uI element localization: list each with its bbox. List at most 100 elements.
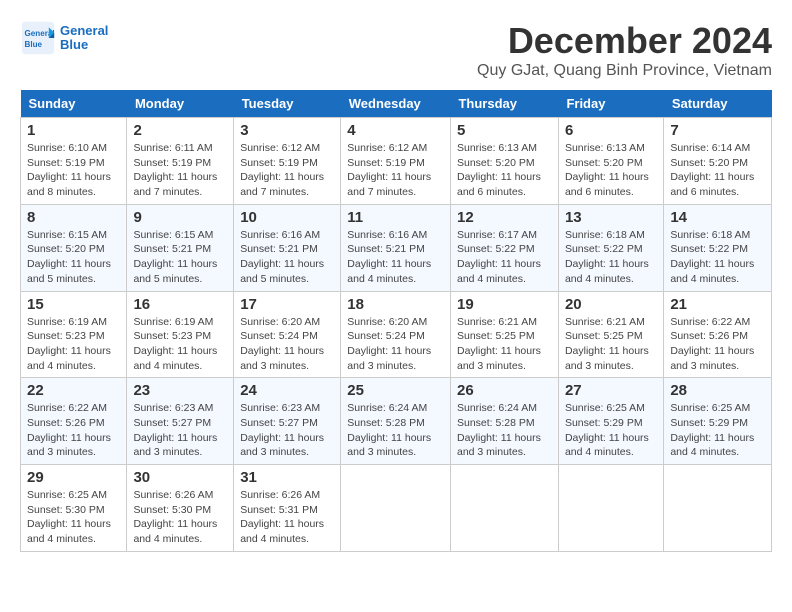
day-info: Sunrise: 6:15 AM Sunset: 5:21 PM Dayligh… bbox=[133, 228, 227, 287]
logo-text: GeneralBlue bbox=[60, 24, 108, 53]
calendar-day-cell: 14 Sunrise: 6:18 AM Sunset: 5:22 PM Dayl… bbox=[664, 204, 772, 291]
header-friday: Friday bbox=[558, 90, 663, 118]
calendar-week-row: 8 Sunrise: 6:15 AM Sunset: 5:20 PM Dayli… bbox=[21, 204, 772, 291]
calendar-day-cell: 16 Sunrise: 6:19 AM Sunset: 5:23 PM Dayl… bbox=[127, 291, 234, 378]
day-info: Sunrise: 6:25 AM Sunset: 5:29 PM Dayligh… bbox=[670, 401, 765, 460]
calendar-table: Sunday Monday Tuesday Wednesday Thursday… bbox=[20, 90, 772, 552]
day-info: Sunrise: 6:18 AM Sunset: 5:22 PM Dayligh… bbox=[670, 228, 765, 287]
day-number: 14 bbox=[670, 209, 765, 226]
calendar-subtitle: Quy GJat, Quang Binh Province, Vietnam bbox=[477, 62, 772, 80]
calendar-day-cell: 11 Sunrise: 6:16 AM Sunset: 5:21 PM Dayl… bbox=[341, 204, 451, 291]
day-info: Sunrise: 6:21 AM Sunset: 5:25 PM Dayligh… bbox=[457, 315, 552, 374]
day-info: Sunrise: 6:20 AM Sunset: 5:24 PM Dayligh… bbox=[240, 315, 334, 374]
calendar-day-cell: 21 Sunrise: 6:22 AM Sunset: 5:26 PM Dayl… bbox=[664, 291, 772, 378]
calendar-day-cell: 4 Sunrise: 6:12 AM Sunset: 5:19 PM Dayli… bbox=[341, 118, 451, 205]
day-number: 17 bbox=[240, 296, 334, 313]
calendar-day-cell: 19 Sunrise: 6:21 AM Sunset: 5:25 PM Dayl… bbox=[450, 291, 558, 378]
title-area: December 2024 Quy GJat, Quang Binh Provi… bbox=[477, 20, 772, 80]
day-info: Sunrise: 6:23 AM Sunset: 5:27 PM Dayligh… bbox=[240, 401, 334, 460]
day-number: 23 bbox=[133, 382, 227, 399]
day-info: Sunrise: 6:10 AM Sunset: 5:19 PM Dayligh… bbox=[27, 141, 120, 200]
calendar-day-cell bbox=[664, 465, 772, 552]
day-info: Sunrise: 6:13 AM Sunset: 5:20 PM Dayligh… bbox=[457, 141, 552, 200]
header-thursday: Thursday bbox=[450, 90, 558, 118]
day-info: Sunrise: 6:26 AM Sunset: 5:30 PM Dayligh… bbox=[133, 488, 227, 547]
day-number: 21 bbox=[670, 296, 765, 313]
calendar-header-row: Sunday Monday Tuesday Wednesday Thursday… bbox=[21, 90, 772, 118]
calendar-day-cell: 6 Sunrise: 6:13 AM Sunset: 5:20 PM Dayli… bbox=[558, 118, 663, 205]
day-info: Sunrise: 6:13 AM Sunset: 5:20 PM Dayligh… bbox=[565, 141, 657, 200]
day-info: Sunrise: 6:20 AM Sunset: 5:24 PM Dayligh… bbox=[347, 315, 444, 374]
day-info: Sunrise: 6:15 AM Sunset: 5:20 PM Dayligh… bbox=[27, 228, 120, 287]
logo: General Blue GeneralBlue bbox=[20, 20, 108, 56]
day-info: Sunrise: 6:19 AM Sunset: 5:23 PM Dayligh… bbox=[27, 315, 120, 374]
calendar-title: December 2024 bbox=[477, 20, 772, 62]
calendar-day-cell: 10 Sunrise: 6:16 AM Sunset: 5:21 PM Dayl… bbox=[234, 204, 341, 291]
day-info: Sunrise: 6:17 AM Sunset: 5:22 PM Dayligh… bbox=[457, 228, 552, 287]
day-number: 30 bbox=[133, 469, 227, 486]
calendar-day-cell: 23 Sunrise: 6:23 AM Sunset: 5:27 PM Dayl… bbox=[127, 378, 234, 465]
day-info: Sunrise: 6:24 AM Sunset: 5:28 PM Dayligh… bbox=[457, 401, 552, 460]
calendar-day-cell: 25 Sunrise: 6:24 AM Sunset: 5:28 PM Dayl… bbox=[341, 378, 451, 465]
calendar-day-cell: 18 Sunrise: 6:20 AM Sunset: 5:24 PM Dayl… bbox=[341, 291, 451, 378]
day-info: Sunrise: 6:22 AM Sunset: 5:26 PM Dayligh… bbox=[670, 315, 765, 374]
page-header: General Blue GeneralBlue December 2024 Q… bbox=[20, 20, 772, 80]
calendar-day-cell: 15 Sunrise: 6:19 AM Sunset: 5:23 PM Dayl… bbox=[21, 291, 127, 378]
calendar-week-row: 1 Sunrise: 6:10 AM Sunset: 5:19 PM Dayli… bbox=[21, 118, 772, 205]
svg-text:Blue: Blue bbox=[25, 40, 43, 49]
calendar-day-cell: 20 Sunrise: 6:21 AM Sunset: 5:25 PM Dayl… bbox=[558, 291, 663, 378]
day-number: 4 bbox=[347, 122, 444, 139]
day-info: Sunrise: 6:16 AM Sunset: 5:21 PM Dayligh… bbox=[240, 228, 334, 287]
calendar-body: 1 Sunrise: 6:10 AM Sunset: 5:19 PM Dayli… bbox=[21, 118, 772, 552]
calendar-day-cell: 28 Sunrise: 6:25 AM Sunset: 5:29 PM Dayl… bbox=[664, 378, 772, 465]
day-number: 3 bbox=[240, 122, 334, 139]
calendar-day-cell: 7 Sunrise: 6:14 AM Sunset: 5:20 PM Dayli… bbox=[664, 118, 772, 205]
day-number: 12 bbox=[457, 209, 552, 226]
calendar-day-cell: 2 Sunrise: 6:11 AM Sunset: 5:19 PM Dayli… bbox=[127, 118, 234, 205]
calendar-day-cell: 9 Sunrise: 6:15 AM Sunset: 5:21 PM Dayli… bbox=[127, 204, 234, 291]
day-number: 1 bbox=[27, 122, 120, 139]
day-number: 19 bbox=[457, 296, 552, 313]
calendar-day-cell: 1 Sunrise: 6:10 AM Sunset: 5:19 PM Dayli… bbox=[21, 118, 127, 205]
header-wednesday: Wednesday bbox=[341, 90, 451, 118]
day-info: Sunrise: 6:26 AM Sunset: 5:31 PM Dayligh… bbox=[240, 488, 334, 547]
day-number: 9 bbox=[133, 209, 227, 226]
logo-icon: General Blue bbox=[20, 20, 56, 56]
day-number: 28 bbox=[670, 382, 765, 399]
calendar-week-row: 22 Sunrise: 6:22 AM Sunset: 5:26 PM Dayl… bbox=[21, 378, 772, 465]
day-number: 22 bbox=[27, 382, 120, 399]
calendar-day-cell: 17 Sunrise: 6:20 AM Sunset: 5:24 PM Dayl… bbox=[234, 291, 341, 378]
day-info: Sunrise: 6:23 AM Sunset: 5:27 PM Dayligh… bbox=[133, 401, 227, 460]
calendar-day-cell: 8 Sunrise: 6:15 AM Sunset: 5:20 PM Dayli… bbox=[21, 204, 127, 291]
calendar-day-cell: 22 Sunrise: 6:22 AM Sunset: 5:26 PM Dayl… bbox=[21, 378, 127, 465]
calendar-day-cell bbox=[450, 465, 558, 552]
day-number: 10 bbox=[240, 209, 334, 226]
day-info: Sunrise: 6:25 AM Sunset: 5:30 PM Dayligh… bbox=[27, 488, 120, 547]
day-number: 31 bbox=[240, 469, 334, 486]
day-info: Sunrise: 6:16 AM Sunset: 5:21 PM Dayligh… bbox=[347, 228, 444, 287]
day-number: 15 bbox=[27, 296, 120, 313]
calendar-day-cell: 29 Sunrise: 6:25 AM Sunset: 5:30 PM Dayl… bbox=[21, 465, 127, 552]
day-info: Sunrise: 6:11 AM Sunset: 5:19 PM Dayligh… bbox=[133, 141, 227, 200]
day-number: 26 bbox=[457, 382, 552, 399]
day-number: 27 bbox=[565, 382, 657, 399]
day-info: Sunrise: 6:18 AM Sunset: 5:22 PM Dayligh… bbox=[565, 228, 657, 287]
day-number: 11 bbox=[347, 209, 444, 226]
header-monday: Monday bbox=[127, 90, 234, 118]
day-number: 20 bbox=[565, 296, 657, 313]
day-info: Sunrise: 6:25 AM Sunset: 5:29 PM Dayligh… bbox=[565, 401, 657, 460]
calendar-day-cell: 26 Sunrise: 6:24 AM Sunset: 5:28 PM Dayl… bbox=[450, 378, 558, 465]
day-number: 2 bbox=[133, 122, 227, 139]
day-number: 18 bbox=[347, 296, 444, 313]
calendar-week-row: 15 Sunrise: 6:19 AM Sunset: 5:23 PM Dayl… bbox=[21, 291, 772, 378]
calendar-day-cell: 27 Sunrise: 6:25 AM Sunset: 5:29 PM Dayl… bbox=[558, 378, 663, 465]
day-number: 7 bbox=[670, 122, 765, 139]
day-number: 29 bbox=[27, 469, 120, 486]
day-number: 24 bbox=[240, 382, 334, 399]
calendar-day-cell bbox=[341, 465, 451, 552]
calendar-day-cell bbox=[558, 465, 663, 552]
day-number: 8 bbox=[27, 209, 120, 226]
day-info: Sunrise: 6:22 AM Sunset: 5:26 PM Dayligh… bbox=[27, 401, 120, 460]
day-number: 13 bbox=[565, 209, 657, 226]
day-info: Sunrise: 6:12 AM Sunset: 5:19 PM Dayligh… bbox=[347, 141, 444, 200]
